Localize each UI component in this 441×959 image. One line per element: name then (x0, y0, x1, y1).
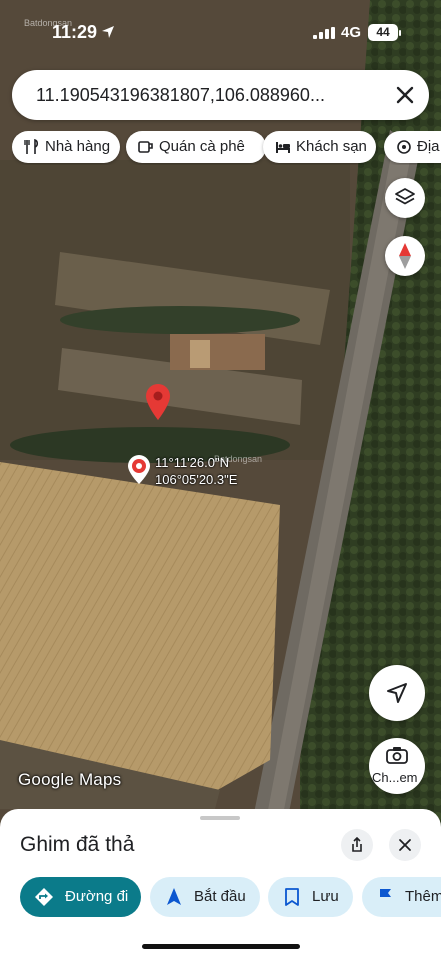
more-button[interactable]: Thêm (362, 877, 441, 917)
hotel-icon (276, 142, 290, 153)
coordinate-marker-icon (128, 455, 150, 484)
camera-icon (386, 747, 408, 764)
chip-attractions[interactable]: Địa (384, 131, 441, 163)
directions-button[interactable]: Đường đi (20, 877, 141, 917)
chip-label: Địa (417, 138, 440, 155)
share-button[interactable] (341, 829, 373, 861)
chip-label: Nhà hàng (45, 138, 111, 155)
place-bottom-sheet[interactable]: Ghim đã thả Đường đi Bắt đầu Lưu Thêm (0, 809, 441, 959)
bookmark-icon (285, 888, 299, 906)
my-location-button[interactable] (369, 665, 425, 721)
save-label: Lưu (312, 888, 339, 905)
more-label: Thêm (405, 888, 441, 905)
status-time: 11:29 (52, 22, 98, 42)
save-button[interactable]: Lưu (268, 877, 353, 917)
search-query[interactable]: 11.190543196381807,106.088960... (36, 85, 325, 106)
network-type: 4G (341, 24, 362, 41)
chip-restaurants[interactable]: Nhà hàng (12, 131, 120, 163)
flag-icon (380, 889, 391, 905)
category-chips: Nhà hàng Quán cà phê Khách sạn Địa (12, 131, 441, 165)
chip-hotels[interactable]: Khách sạn (263, 131, 376, 163)
longitude-text: 106°05'20.3"E (155, 472, 238, 487)
close-icon[interactable] (393, 83, 417, 107)
restaurant-icon (24, 139, 39, 154)
close-icon (399, 839, 411, 851)
coordinate-watermark: Batdongsan (214, 454, 263, 464)
chip-label: Quán cà phê (159, 138, 245, 155)
my-location-arrow-icon (387, 683, 407, 703)
battery-cap (399, 30, 401, 36)
street-view-label: Ch...em (372, 770, 418, 785)
sheet-drag-handle[interactable] (200, 816, 240, 820)
chip-coffee[interactable]: Quán cà phê (126, 131, 266, 163)
compass-icon (399, 243, 411, 269)
layers-button[interactable] (385, 178, 425, 218)
close-sheet-button[interactable] (389, 829, 421, 861)
search-bar[interactable]: 11.190543196381807,106.088960... (12, 70, 429, 120)
street-view-button[interactable]: Ch...em (369, 738, 425, 794)
coffee-icon (138, 141, 153, 153)
compass-button[interactable] (385, 236, 425, 276)
location-arrow-icon (102, 26, 114, 38)
navigation-icon (167, 888, 181, 905)
attraction-icon (397, 140, 411, 154)
dropped-pin-marker[interactable] (145, 383, 171, 421)
start-button[interactable]: Bắt đầu (150, 877, 260, 917)
start-label: Bắt đầu (194, 888, 246, 905)
home-indicator[interactable] (142, 944, 300, 949)
directions-icon (35, 888, 53, 906)
google-maps-attribution: Google Maps (18, 770, 122, 789)
status-bar: Batdongsan 11:29 4G 44 (0, 0, 441, 60)
chip-label: Khách sạn (296, 138, 367, 155)
battery-icon: 44 (368, 24, 398, 41)
signal-icon (313, 27, 335, 39)
share-icon (352, 837, 362, 852)
layers-icon (395, 188, 415, 205)
place-title: Ghim đã thả (20, 833, 135, 856)
directions-label: Đường đi (65, 888, 129, 905)
